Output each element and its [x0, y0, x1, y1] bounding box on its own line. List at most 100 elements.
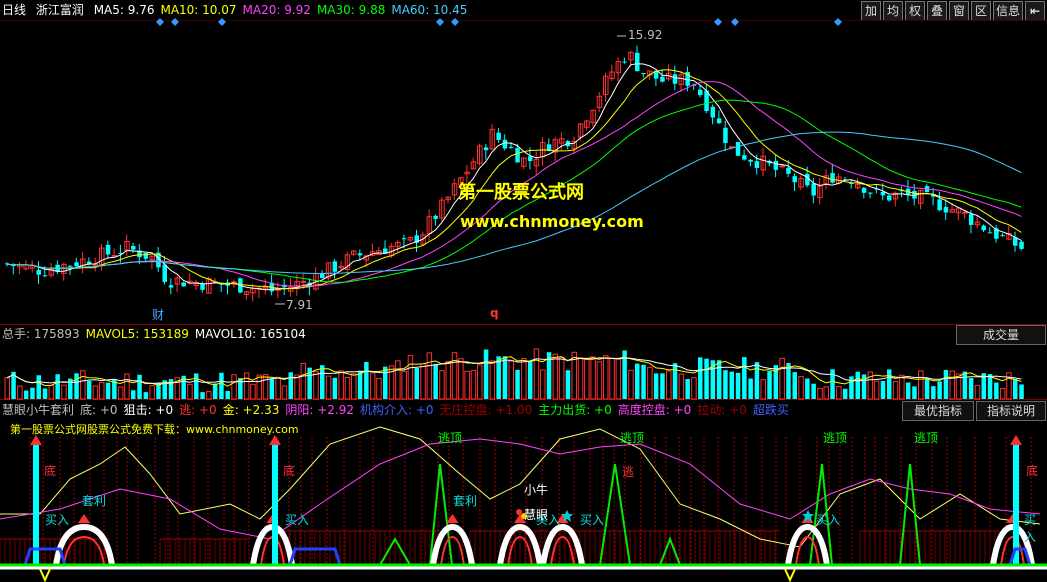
price-chart[interactable] — [0, 0, 1047, 325]
volume-bar — [17, 385, 23, 400]
volume-bar — [80, 370, 86, 400]
candle-body — [36, 270, 41, 275]
xiaoniu-label: 小牛 — [524, 483, 549, 497]
candle-body — [1019, 241, 1024, 249]
volume-bar — [55, 374, 60, 399]
volume-bar — [256, 374, 262, 400]
volume-bar — [742, 357, 747, 399]
taoli-label: 套利 — [82, 494, 107, 508]
candle-body — [433, 215, 438, 219]
volume-bar — [590, 356, 596, 400]
candle-body — [786, 167, 791, 174]
volume-bar — [678, 373, 685, 400]
indicator-legend-item: 慧眼小牛套利 — [2, 403, 75, 417]
volume-bar — [445, 360, 451, 400]
candle-body — [200, 283, 205, 290]
volume-bar — [704, 358, 709, 399]
volume-bar — [48, 384, 55, 400]
candle-body — [622, 61, 627, 63]
volume-bar — [269, 378, 275, 399]
taoli-label: 套利 — [453, 494, 478, 508]
volume-bar — [23, 390, 29, 399]
volume-bar — [660, 373, 665, 399]
volume-bar — [603, 355, 609, 400]
indicator-help-button[interactable]: 指标说明 — [976, 401, 1046, 421]
volume-bar — [477, 364, 483, 400]
candle-body — [641, 73, 646, 75]
volume-bar — [281, 385, 288, 400]
volume-bar — [999, 388, 1006, 400]
volume-bar — [420, 363, 426, 400]
volume-bar — [74, 373, 79, 399]
volume-bar — [231, 374, 237, 400]
indicator-chart[interactable] — [0, 419, 1047, 582]
volume-bar — [433, 364, 438, 399]
best-indicator-button[interactable]: 最优指标 — [902, 401, 974, 421]
volume-bar — [483, 349, 489, 399]
candle-body — [887, 195, 892, 201]
volume-bar — [653, 373, 659, 399]
volume-bar — [729, 371, 734, 399]
candle-body — [672, 74, 678, 84]
volume-bar — [143, 392, 149, 399]
volume-bar — [672, 363, 678, 399]
volume-bar — [880, 381, 886, 399]
volume-bar — [792, 372, 797, 399]
candle-body — [861, 187, 867, 193]
volume-bar — [369, 372, 376, 400]
volume-bar — [565, 370, 571, 399]
q-marker[interactable]: q — [490, 306, 499, 320]
volume-indicator-button[interactable]: 成交量 — [956, 325, 1046, 345]
volume-bar — [849, 376, 854, 399]
volume-bar — [892, 380, 899, 400]
volume-bar — [407, 354, 414, 400]
mairu-label: 买入 — [580, 513, 605, 527]
volume-bar — [924, 378, 930, 399]
candle-body — [880, 191, 886, 196]
candle-body — [502, 139, 508, 149]
volume-bar — [723, 370, 728, 399]
candle-body — [143, 252, 149, 259]
volume-bar — [42, 388, 48, 399]
niu-hump — [430, 523, 475, 566]
candle-body — [698, 89, 703, 96]
v-marker — [39, 568, 51, 582]
candle-body — [105, 244, 111, 255]
mavol10-line — [6, 357, 1022, 384]
volume-bar — [577, 357, 584, 400]
volume-bar — [243, 372, 250, 400]
bottom-signal-bar — [272, 443, 278, 565]
candle-body — [987, 232, 993, 234]
volume-bar — [262, 374, 269, 400]
candle-body — [74, 262, 79, 267]
volume-bar — [30, 387, 35, 399]
volume-bar — [496, 356, 501, 399]
volume-bar — [338, 370, 344, 400]
volume-legend: 总手: 175893 MAVOL5: 153189 MAVOL10: 165104 — [2, 325, 312, 343]
volume-bar — [698, 357, 703, 399]
candle-body — [710, 106, 716, 118]
candle-body — [635, 52, 640, 72]
candle-body — [527, 156, 533, 162]
volume-bar — [489, 360, 496, 400]
di-label: 底 — [44, 464, 57, 478]
volume-bar — [508, 360, 514, 400]
volume-bar — [86, 380, 92, 399]
volume-bar — [552, 353, 559, 400]
candle-body — [723, 127, 728, 144]
volume-legend-item: 总手: 175893 — [2, 327, 80, 341]
finance-marker[interactable]: 财 — [152, 306, 164, 323]
niu-hump — [540, 523, 585, 566]
volume-bar — [376, 377, 382, 400]
volume-bar — [716, 360, 722, 399]
volume-bar — [515, 369, 520, 399]
volume-bar — [558, 356, 565, 400]
volume-bar — [931, 386, 936, 399]
volume-bar — [117, 386, 124, 400]
diamond-marker-icon — [436, 18, 444, 26]
candle-body — [792, 176, 797, 183]
volume-chart[interactable] — [0, 343, 1047, 400]
indicator-legend-item: 拉动: +0 — [697, 403, 747, 417]
mairu-label: 买入 — [45, 513, 70, 527]
volume-bar — [439, 370, 445, 400]
